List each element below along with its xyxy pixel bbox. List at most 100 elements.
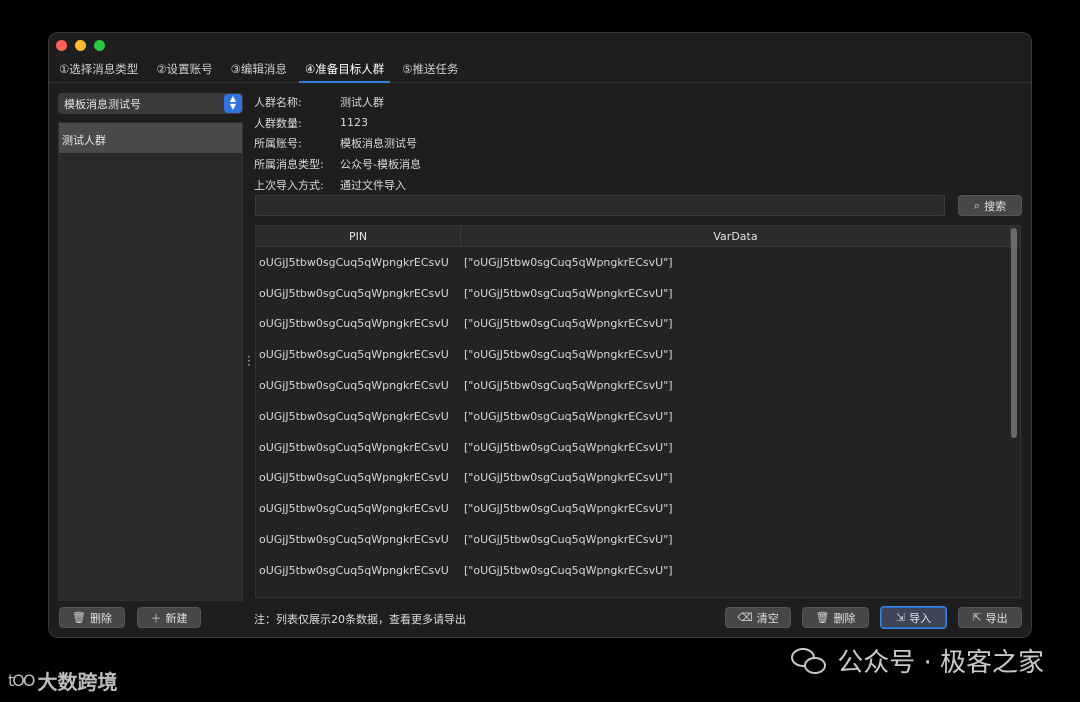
cell-pin: oUGjJ5tbw0sgCuq5qWpngkrECsvU <box>259 409 449 423</box>
search-icon: ⌕ <box>973 198 981 212</box>
info-count-value: 1123 <box>340 116 368 130</box>
group-list-item[interactable]: 测试人群 <box>59 123 242 153</box>
tab-select-message-type[interactable]: ①选择消息类型 <box>53 57 144 83</box>
trash-icon: 🗑 <box>72 611 86 624</box>
clear-icon: ⌫ <box>737 611 753 624</box>
watermark-text: 公众号 · 极客之家 <box>837 648 1044 678</box>
table-scrollbar[interactable] <box>1011 228 1017 438</box>
delete-rows-label: 删除 <box>833 611 856 625</box>
table-row[interactable]: oUGjJ5tbw0sgCuq5qWpngkrECsvU["oUGjJ5tbw0… <box>256 586 1020 597</box>
delete-group-button[interactable]: 🗑 删除 <box>59 607 125 628</box>
brand-logo-text: 大数跨境 <box>37 670 118 694</box>
info-name-value: 测试人群 <box>340 96 384 110</box>
table-row[interactable]: oUGjJ5tbw0sgCuq5qWpngkrECsvU ["oUGjJ5tbw0… <box>256 463 1020 494</box>
search-button-label: 搜索 <box>984 199 1007 213</box>
cell-pin: oUGjJ5tbw0sgCuq5qWpngkrECsvU <box>259 471 449 485</box>
cell-vardata: ["oUGjJ5tbw0sgCuq5qWpngkrECsvU"] <box>464 379 673 393</box>
info-count-key: 人群数量: <box>254 116 302 130</box>
table-row[interactable]: oUGjJ5tbw0sgCuq5qWpngkrECsvU ["oUGjJ5tbw0… <box>256 493 1020 524</box>
table-row[interactable]: oUGjJ5tbw0sgCuq5qWpngkrECsvU ["oUGjJ5tbw0… <box>256 524 1020 555</box>
info-name-key: 人群名称: <box>254 96 302 110</box>
cell-vardata: ["oUGjJ5tbw0sgCuq5qWpngkrECsvU"] <box>464 286 673 300</box>
sidebar: 模板消息测试号 ▲ ▼ 测试人群 <box>58 93 243 601</box>
trash-icon: 🗑 <box>815 611 830 624</box>
cell-vardata: ["oUGjJ5tbw0sgCuq5qWpngkrECsvU"] <box>464 409 673 423</box>
cell-pin: oUGjJ5tbw0sgCuq5qWpngkrECsvU <box>259 533 449 547</box>
cell-pin: oUGjJ5tbw0sgCuq5qWpngkrECsvU <box>259 317 449 331</box>
tab-push-task[interactable]: ⑤推送任务 <box>396 57 464 83</box>
plus-icon: ＋ <box>150 611 162 625</box>
cell-pin: oUGjJ5tbw0sgCuq5qWpngkrECsvU <box>259 255 449 269</box>
tab-set-account[interactable]: ②设置账号 <box>150 57 218 83</box>
account-select[interactable]: 模板消息测试号 ▲ ▼ <box>58 93 243 114</box>
watermark: 公众号 · 极客之家 <box>791 642 1044 679</box>
info-account-value: 模板消息测试号 <box>340 137 417 151</box>
app-window: ①选择消息类型 ②设置账号 ③编辑消息 ④准备目标人群 ⑤推送任务 模板消息测试… <box>48 32 1032 638</box>
info-import-value: 通过文件导入 <box>340 178 406 192</box>
export-button[interactable]: ⇱ 导出 <box>958 607 1022 628</box>
cell-pin: oUGjJ5tbw0sgCuq5qWpngkrECsvU <box>259 502 449 516</box>
cell-pin: oUGjJ5tbw0sgCuq5qWpngkrECsvU <box>259 563 449 577</box>
close-dot-icon[interactable] <box>56 40 67 51</box>
table-row[interactable]: oUGjJ5tbw0sgCuq5qWpngkrECsvU ["oUGjJ5tbw0… <box>256 432 1020 463</box>
new-group-label: 新建 <box>165 611 188 625</box>
brand-logo: tOO 大数跨境 <box>8 666 117 695</box>
cell-pin: oUGjJ5tbw0sgCuq5qWpngkrECsvU <box>259 440 449 454</box>
cell-vardata: ["oUGjJ5tbw0sgCuq5qWpngkrECsvU"] <box>464 440 673 454</box>
cell-pin: oUGjJ5tbw0sgCuq5qWpngkrECsvU <box>259 286 449 300</box>
new-group-button[interactable]: ＋ 新建 <box>137 607 201 628</box>
window-controls <box>56 40 105 51</box>
audience-info: 人群名称: 测试人群 人群数量: 1123 所属账号: 模板消息测试号 所属消息类型:… <box>254 92 421 195</box>
export-icon: ⇱ <box>972 611 982 624</box>
search-button[interactable]: ⌕ 搜索 <box>958 195 1022 216</box>
table-row[interactable]: oUGjJ5tbw0sgCuq5qWpngkrECsvU ["oUGjJ5tbw0… <box>256 339 1020 370</box>
cell-vardata: ["oUGjJ5tbw0sgCuq5qWpngkrECsvU"] <box>464 317 673 331</box>
import-button-label: 导入 <box>909 611 932 625</box>
clear-button[interactable]: ⌫ 清空 <box>725 607 791 628</box>
clear-button-label: 清空 <box>756 611 779 625</box>
info-import-key: 上次导入方式: <box>254 178 324 192</box>
cell-pin: oUGjJ5tbw0sgCuq5qWpngkrECsvU <box>259 379 449 393</box>
table-row[interactable]: oUGjJ5tbw0sgCuq5qWpngkrECsvU ["oUGjJ5tbw0… <box>256 555 1020 586</box>
group-list: 测试人群 <box>58 122 243 601</box>
step-tabs: ①选择消息类型 ②设置账号 ③编辑消息 ④准备目标人群 ⑤推送任务 <box>49 57 1031 83</box>
info-type-value: 公众号-模板消息 <box>340 158 421 172</box>
table-row[interactable]: oUGjJ5tbw0sgCuq5qWpngkrECsvU ["oUGjJ5tbw0… <box>256 401 1020 432</box>
column-header-vardata[interactable]: VarData <box>461 226 1011 246</box>
tab-edit-message[interactable]: ③编辑消息 <box>225 57 293 83</box>
list-note: 注：列表仅展示20条数据，查看更多请导出 <box>254 613 466 626</box>
select-arrows-icon[interactable]: ▲ ▼ <box>224 94 242 113</box>
account-select-value: 模板消息测试号 <box>64 98 141 111</box>
zoom-dot-icon[interactable] <box>94 40 105 51</box>
export-button-label: 导出 <box>985 611 1008 625</box>
cell-vardata: ["oUGjJ5tbw0sgCuq5qWpngkrECsvU"] <box>464 255 673 269</box>
tab-prepare-audience[interactable]: ④准备目标人群 <box>298 57 391 83</box>
import-button[interactable]: ⇲ 导入 <box>880 606 947 629</box>
table-row[interactable]: oUGjJ5tbw0sgCuq5qWpngkrECsvU ["oUGjJ5tbw0… <box>256 309 1020 340</box>
info-account-key: 所属账号: <box>254 137 302 151</box>
cell-vardata: ["oUGjJ5tbw0sgCuq5qWpngkrECsvU"] <box>464 563 673 577</box>
minimize-dot-icon[interactable] <box>75 40 86 51</box>
cell-vardata: ["oUGjJ5tbw0sgCuq5qWpngkrECsvU"] <box>464 502 673 516</box>
cell-vardata: ["oUGjJ5tbw0sgCuq5qWpngkrECsvU"] <box>461 595 1011 597</box>
column-header-pin[interactable]: PIN <box>256 226 461 246</box>
table-row[interactable]: oUGjJ5tbw0sgCuq5qWpngkrECsvU ["oUGjJ5tbw0… <box>256 278 1020 309</box>
wechat-icon <box>791 646 829 676</box>
import-icon: ⇲ <box>895 611 906 624</box>
table-header: PIN VarData <box>256 226 1020 247</box>
cell-pin: oUGjJ5tbw0sgCuq5qWpngkrECsvU <box>259 348 449 362</box>
info-type-key: 所属消息类型: <box>254 158 324 172</box>
search-input[interactable] <box>255 195 945 216</box>
delete-rows-button[interactable]: 🗑 删除 <box>802 607 869 628</box>
table-row[interactable]: oUGjJ5tbw0sgCuq5qWpngkrECsvU ["oUGjJ5tbw0… <box>256 370 1020 401</box>
cell-vardata: ["oUGjJ5tbw0sgCuq5qWpngkrECsvU"] <box>464 471 673 485</box>
cell-pin: oUGjJ5tbw0sgCuq5qWpngkrECsvU <box>256 595 461 597</box>
splitter-handle[interactable]: · · · <box>247 351 251 371</box>
cell-vardata: ["oUGjJ5tbw0sgCuq5qWpngkrECsvU"] <box>464 348 673 362</box>
table-row[interactable]: oUGjJ5tbw0sgCuq5qWpngkrECsvU ["oUGjJ5tbw0… <box>256 247 1020 278</box>
audience-table: PIN VarData oUGjJ5tbw0sgCuq5qWpngkrECsvU… <box>255 225 1021 598</box>
brand-logo-mark-icon: tOO <box>8 671 36 690</box>
delete-group-label: 删除 <box>89 611 112 625</box>
table-body: oUGjJ5tbw0sgCuq5qWpngkrECsvU ["oUGjJ5tbw0… <box>256 247 1020 597</box>
cell-vardata: ["oUGjJ5tbw0sgCuq5qWpngkrECsvU"] <box>464 533 673 547</box>
